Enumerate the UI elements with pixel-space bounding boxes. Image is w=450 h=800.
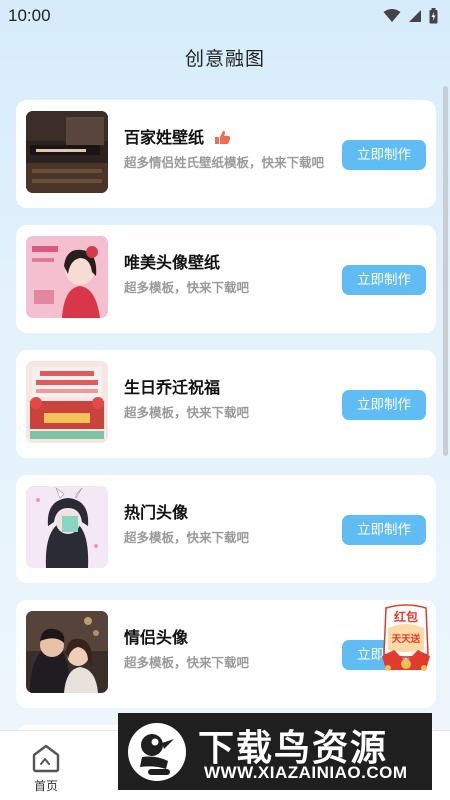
card-thumbnail <box>26 486 108 568</box>
card-description: 超多模板，快来下载吧 <box>124 405 250 420</box>
card-title: 生日乔迁祝福 <box>124 378 221 397</box>
scrollbar[interactable] <box>443 86 448 456</box>
card-description: 超多模板，快来下载吧 <box>124 280 250 295</box>
card-title: 热门头像 <box>124 503 189 522</box>
template-card-beautiful-avatar[interactable]: 唯美头像壁纸 超多模板，快来下载吧 立即制作 <box>16 225 436 333</box>
bird-logo-icon <box>128 723 186 781</box>
watermark-url: WWW.XIAZAINIAO.COM <box>204 763 408 782</box>
template-card-birthday-blessing[interactable]: 生日乔迁祝福 超多模板，快来下载吧 立即制作 <box>16 350 436 458</box>
template-card-surname-wallpaper[interactable]: 百家姓壁纸 超多情侣姓氏壁纸模板，快来下载吧 立即制作 <box>16 100 436 208</box>
status-time: 10:00 <box>8 6 51 25</box>
make-now-button[interactable]: 立即制作 <box>342 390 426 420</box>
page-title: 创意融图 <box>184 48 265 70</box>
status-bar: 10:00 <box>0 0 450 32</box>
card-description: 超多模板，快来下载吧 <box>124 530 250 545</box>
make-now-button[interactable]: 立即制作 <box>342 140 426 170</box>
card-thumbnail <box>26 361 108 443</box>
red-packet-line2: 天天送 <box>392 633 421 645</box>
card-thumbnail <box>26 611 108 693</box>
hot-badge-icon <box>214 130 230 144</box>
cellular-signal-icon <box>409 10 421 22</box>
card-thumbnail <box>26 111 108 193</box>
watermark-banner: 下载鸟资源 WWW.XIAZAINIAO.COM <box>118 713 432 790</box>
card-title: 百家姓壁纸 <box>124 124 231 148</box>
home-icon <box>32 744 60 773</box>
make-now-button[interactable]: 立即制作 <box>342 515 426 545</box>
template-card-popular-avatar[interactable]: 热门头像 超多模板，快来下载吧 立即制作 <box>16 475 436 583</box>
nav-home-label: 首页 <box>33 779 58 793</box>
template-card-couple-avatar[interactable]: 情侣头像 超多模板，快来下载吧 立即制作 <box>16 600 436 708</box>
red-packet-line1: 红包 <box>394 609 418 624</box>
wifi-icon <box>383 9 401 22</box>
nav-item-home[interactable]: 首页 <box>22 743 70 794</box>
card-description: 超多模板，快来下载吧 <box>124 655 250 670</box>
battery-icon <box>429 8 438 24</box>
card-thumbnail <box>26 236 108 318</box>
card-title: 唯美头像壁纸 <box>124 253 221 272</box>
red-packet-badge[interactable]: 红包 天天送 <box>380 604 432 674</box>
card-title: 情侣头像 <box>124 628 189 647</box>
status-icons <box>383 8 438 24</box>
make-now-button[interactable]: 立即制作 <box>342 265 426 295</box>
card-description: 超多情侣姓氏壁纸模板，快来下载吧 <box>124 155 325 170</box>
